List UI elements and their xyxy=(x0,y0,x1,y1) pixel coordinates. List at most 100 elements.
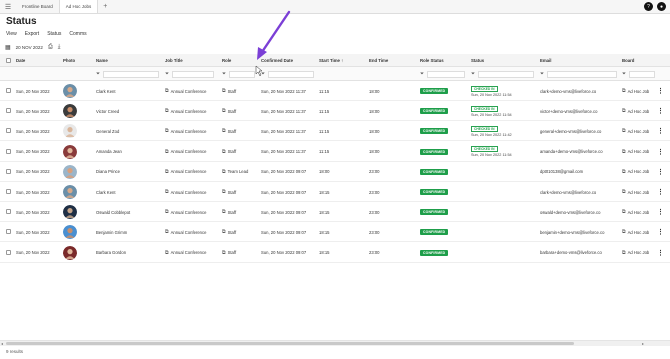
row-menu[interactable]: ⋮ xyxy=(657,243,664,263)
cell-name[interactable]: Oswald Cobblepot xyxy=(96,202,130,222)
row-checkbox[interactable] xyxy=(6,168,11,174)
row-checkbox[interactable] xyxy=(6,108,11,114)
external-link-icon[interactable]: ⧉ xyxy=(222,209,226,215)
filter-role-status-icon[interactable]: ⏷ xyxy=(420,71,424,77)
external-link-icon[interactable]: ⧉ xyxy=(622,149,626,155)
scrollbar-thumb[interactable] xyxy=(6,342,574,345)
external-link-icon[interactable]: ⧉ xyxy=(165,128,169,134)
cell-job-title[interactable]: ⧉ Annual Conference xyxy=(165,101,206,121)
table-row[interactable]: Sun, 20 Nov 2022 Oswald Cobblepot ⧉ Annua… xyxy=(0,202,670,223)
table-row[interactable]: Sun, 20 Nov 2022 Clark Kent ⧉ Annual Conf… xyxy=(0,182,670,202)
row-checkbox[interactable] xyxy=(6,148,11,154)
cell-role[interactable]: ⧉ Staff xyxy=(222,142,236,162)
user-avatar-icon[interactable]: ● xyxy=(657,2,666,11)
header-photo[interactable]: Photo xyxy=(63,54,75,67)
cell-name[interactable]: Barbara Gordon xyxy=(96,243,126,263)
filter-name-input[interactable] xyxy=(103,70,160,78)
date-picker[interactable]: 20 NOV 2022 xyxy=(16,45,43,50)
external-link-icon[interactable]: ⧉ xyxy=(222,189,226,195)
sort-ascending-icon[interactable]: ↑ xyxy=(341,58,343,63)
external-link-icon[interactable]: ⧉ xyxy=(622,189,626,195)
row-menu[interactable]: ⋮ xyxy=(657,142,664,162)
cell-board[interactable]: ⧉ Ad Hoc Job xyxy=(622,121,649,141)
row-checkbox[interactable] xyxy=(6,249,11,255)
external-link-icon[interactable]: ⧉ xyxy=(622,250,626,256)
avatar[interactable] xyxy=(63,144,77,159)
cell-job-title[interactable]: ⧉ Annual Conference xyxy=(165,162,206,182)
row-checkbox[interactable] xyxy=(6,128,11,134)
cell-role[interactable]: ⧉ Staff xyxy=(222,222,236,242)
external-link-icon[interactable]: ⧉ xyxy=(622,209,626,215)
row-menu[interactable]: ⋮ xyxy=(657,121,664,141)
cell-name[interactable]: Amanda Jean xyxy=(96,142,122,162)
filter-board-icon[interactable]: ⏷ xyxy=(622,71,626,77)
cell-job-title[interactable]: ⧉ Annual Conference xyxy=(165,81,206,101)
row-menu[interactable]: ⋮ xyxy=(657,202,664,222)
header-job-title[interactable]: Job Title xyxy=(165,54,183,67)
filter-role-input[interactable] xyxy=(229,70,256,78)
scroll-right-icon[interactable]: ▸ xyxy=(642,341,644,346)
external-link-icon[interactable]: ⧉ xyxy=(222,128,226,134)
external-link-icon[interactable]: ⧉ xyxy=(222,108,226,114)
subnav-export[interactable]: Export xyxy=(25,31,39,37)
avatar[interactable] xyxy=(63,205,77,220)
calendar-icon[interactable]: ▦ xyxy=(5,44,11,51)
row-menu[interactable]: ⋮ xyxy=(657,101,664,121)
external-link-icon[interactable]: ⧉ xyxy=(222,169,226,175)
cell-job-title[interactable]: ⧉ Annual Conference xyxy=(165,142,206,162)
cell-job-title[interactable]: ⧉ Annual Conference xyxy=(165,243,206,263)
cell-board[interactable]: ⧉ Ad Hoc Job xyxy=(622,182,649,202)
external-link-icon[interactable]: ⧉ xyxy=(165,88,169,94)
row-menu[interactable]: ⋮ xyxy=(657,182,664,202)
external-link-icon[interactable]: ⧉ xyxy=(165,108,169,114)
menu-icon[interactable]: ☰ xyxy=(0,0,16,13)
subnav-view[interactable]: View xyxy=(6,31,17,37)
avatar[interactable] xyxy=(63,124,77,139)
row-checkbox[interactable] xyxy=(6,88,11,93)
filter-board-input[interactable] xyxy=(629,70,656,78)
header-confirmed-date[interactable]: Confirmed Date xyxy=(261,54,293,67)
cell-job-title[interactable]: ⧉ Annual Conference xyxy=(165,121,206,141)
kebab-menu-icon[interactable]: ⋮ xyxy=(657,148,664,156)
add-tab-button[interactable]: + xyxy=(98,0,112,13)
filter-role-status-input[interactable] xyxy=(427,70,466,78)
header-end-time[interactable]: End Time xyxy=(369,54,388,67)
kebab-menu-icon[interactable]: ⋮ xyxy=(657,127,664,135)
header-board[interactable]: Board xyxy=(622,54,634,67)
subnav-status[interactable]: Status xyxy=(47,31,61,37)
cell-board[interactable]: ⧉ Ad Hoc Job xyxy=(622,162,649,182)
kebab-menu-icon[interactable]: ⋮ xyxy=(657,87,664,95)
external-link-icon[interactable]: ⧉ xyxy=(165,229,169,235)
header-email[interactable]: Email xyxy=(540,54,551,67)
row-menu[interactable]: ⋮ xyxy=(657,222,664,242)
table-row[interactable]: Sun, 20 Nov 2022 Amanda Jean ⧉ Annual Con… xyxy=(0,142,670,162)
filter-role-icon[interactable]: ⏷ xyxy=(222,71,226,77)
cell-name[interactable]: Diana Prince xyxy=(96,162,120,182)
external-link-icon[interactable]: ⧉ xyxy=(622,128,626,134)
cell-name[interactable]: General Zod xyxy=(96,121,119,141)
external-link-icon[interactable]: ⧉ xyxy=(165,169,169,175)
row-checkbox[interactable] xyxy=(6,189,11,194)
kebab-menu-icon[interactable]: ⋮ xyxy=(657,168,664,176)
horizontal-scrollbar[interactable]: ◂ ▸ xyxy=(0,340,670,346)
external-link-icon[interactable]: ⧉ xyxy=(622,169,626,175)
print-icon[interactable]: ⎙ xyxy=(48,44,53,51)
external-link-icon[interactable]: ⧉ xyxy=(222,229,226,235)
cell-board[interactable]: ⧉ Ad Hoc Job xyxy=(622,243,649,263)
cell-board[interactable]: ⧉ Ad Hoc Job xyxy=(622,202,649,222)
external-link-icon[interactable]: ⧉ xyxy=(622,88,626,94)
cell-job-title[interactable]: ⧉ Annual Conference xyxy=(165,182,206,202)
table-row[interactable]: Sun, 20 Nov 2022 General Zod ⧉ Annual Con… xyxy=(0,121,670,142)
select-all-checkbox[interactable] xyxy=(6,58,11,63)
table-row[interactable]: Sun, 20 Nov 2022 Diana Prince ⧉ Annual Co… xyxy=(0,162,670,182)
header-start-time[interactable]: Start Time ↑ xyxy=(319,54,343,67)
tab-frontline-board[interactable]: Frontline Board xyxy=(16,0,60,13)
external-link-icon[interactable]: ⧉ xyxy=(165,189,169,195)
filter-job-title-input[interactable] xyxy=(172,70,215,78)
download-icon[interactable]: ⤓ xyxy=(58,44,61,51)
filter-name-icon[interactable]: ⏷ xyxy=(96,71,100,77)
filter-status-input[interactable] xyxy=(478,70,535,78)
kebab-menu-icon[interactable]: ⋮ xyxy=(657,249,664,257)
cell-board[interactable]: ⧉ Ad Hoc Job xyxy=(622,222,649,242)
cell-role[interactable]: ⧉ Staff xyxy=(222,121,236,141)
